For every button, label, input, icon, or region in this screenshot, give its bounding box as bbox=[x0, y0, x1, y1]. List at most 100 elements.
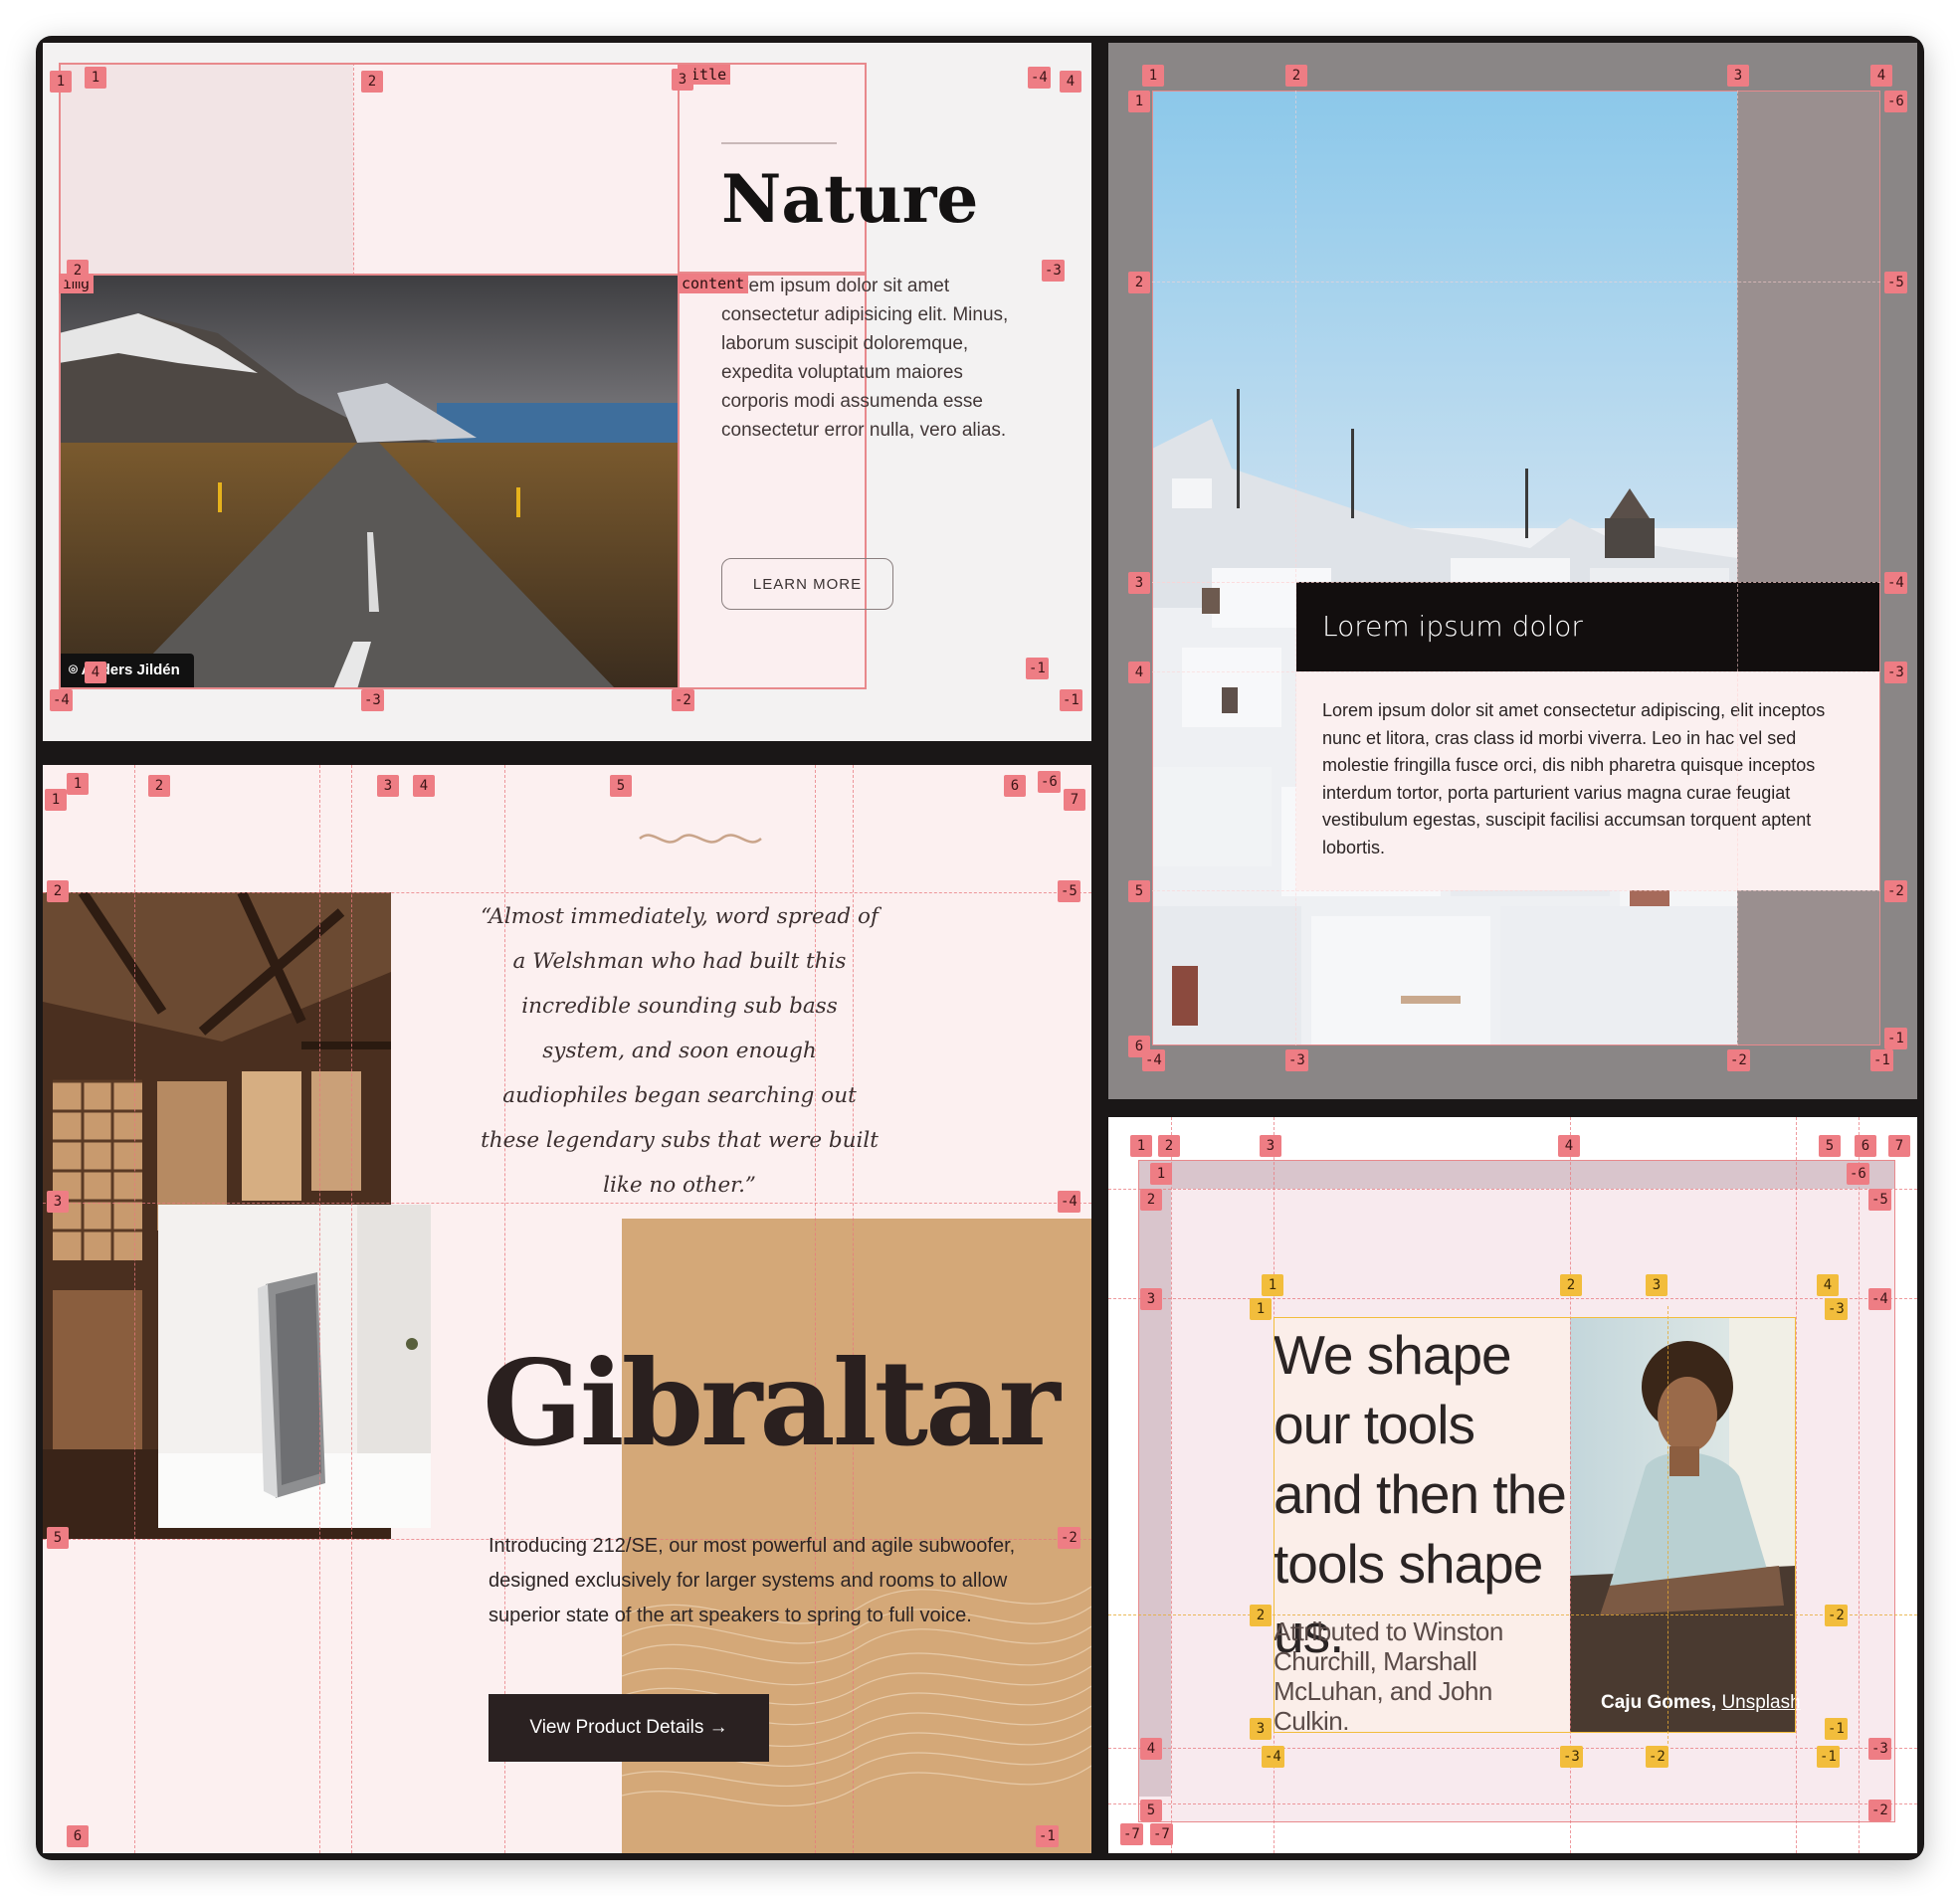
grid-number: 3 bbox=[47, 1191, 69, 1213]
wave-ornament-icon bbox=[638, 829, 763, 853]
grid-line bbox=[1171, 1117, 1172, 1853]
grid-number: 2 bbox=[361, 71, 383, 93]
grid-number: -3 bbox=[1868, 1738, 1891, 1760]
grid-number: 1 bbox=[50, 71, 72, 93]
grid-number: -4 bbox=[1028, 67, 1051, 89]
grid-number: 2 bbox=[1128, 272, 1150, 293]
grid-line bbox=[1295, 91, 1296, 1045]
subgrid-number: 2 bbox=[1250, 1605, 1272, 1626]
grid-number: 6 bbox=[1855, 1135, 1876, 1157]
subgrid-number: -3 bbox=[1825, 1298, 1848, 1320]
subgrid-number: 1 bbox=[1262, 1274, 1283, 1296]
grid-number: -1 bbox=[1026, 658, 1049, 679]
nature-title: Nature bbox=[721, 160, 979, 238]
subgrid-number: -2 bbox=[1646, 1746, 1668, 1768]
grid-number: 1 bbox=[1142, 65, 1164, 87]
subgrid-number: -1 bbox=[1817, 1746, 1840, 1768]
grid-number: 3 bbox=[1128, 572, 1150, 594]
subgrid-number: -4 bbox=[1262, 1746, 1284, 1768]
santorini-panel: Lorem ipsum dolor Lorem ipsum dolor sit … bbox=[1108, 43, 1917, 1099]
grid-number: -6 bbox=[1884, 91, 1907, 112]
grid-line bbox=[1108, 1803, 1917, 1804]
grid-number: -6 bbox=[1847, 1163, 1869, 1185]
grid-number: -3 bbox=[1884, 662, 1907, 683]
grid-number: -4 bbox=[1884, 572, 1907, 594]
grid-number: 1 bbox=[1150, 1163, 1172, 1185]
subgrid-number: -3 bbox=[1560, 1746, 1583, 1768]
subgrid-number: -1 bbox=[1825, 1718, 1848, 1740]
grid-number: -1 bbox=[1036, 1825, 1059, 1847]
subgrid-number: 3 bbox=[1646, 1274, 1667, 1296]
grid-line bbox=[1152, 282, 1880, 283]
grid-number: 7 bbox=[1064, 789, 1085, 811]
grid-line bbox=[351, 765, 352, 1853]
grid-number: 1 bbox=[45, 789, 67, 811]
grid-number: 2 bbox=[1140, 1189, 1162, 1211]
grid-line bbox=[1152, 582, 1880, 583]
grid-number: -4 bbox=[1142, 1049, 1165, 1071]
grid-number: -1 bbox=[1884, 1028, 1907, 1049]
grid-number: 6 bbox=[1004, 775, 1026, 797]
grid-number: 3 bbox=[1260, 1135, 1281, 1157]
grid-number: -4 bbox=[1868, 1288, 1891, 1310]
subgrid-number: 4 bbox=[1817, 1274, 1839, 1296]
grid-number: 6 bbox=[67, 1825, 89, 1847]
subgrid-number: -2 bbox=[1825, 1605, 1848, 1626]
grid-number: 3 bbox=[1727, 65, 1749, 87]
grid-number: -2 bbox=[1058, 1527, 1080, 1549]
testimonial-quote: “Almost immediately, word spread of a We… bbox=[481, 904, 879, 1198]
grid-number: 4 bbox=[1558, 1135, 1580, 1157]
product-description: Introducing 212/SE, our most powerful an… bbox=[489, 1535, 1016, 1626]
grid-number: 5 bbox=[610, 775, 632, 797]
grid-number: 1 bbox=[1128, 91, 1150, 112]
grid-number: 1 bbox=[1130, 1135, 1152, 1157]
grid-number: -1 bbox=[1870, 1049, 1893, 1071]
subgrid-number: 2 bbox=[1560, 1274, 1582, 1296]
learn-more-button[interactable]: LEARN MORE bbox=[721, 558, 893, 610]
grid-number: -3 bbox=[1285, 1049, 1308, 1071]
grid-number: 2 bbox=[47, 880, 69, 902]
grid-number: 4 bbox=[413, 775, 435, 797]
grid-number: -5 bbox=[1884, 272, 1907, 293]
title-rule bbox=[721, 142, 837, 144]
grid-number: 3 bbox=[1140, 1288, 1162, 1310]
nature-body: Lorem ipsum dolor sit amet consectetur a… bbox=[721, 276, 1009, 441]
nature-panel: ⌾ Anders Jildén Nature Lorem ipsum dolor… bbox=[43, 43, 1091, 741]
grid-line bbox=[1108, 1748, 1917, 1749]
grid-number: 4 bbox=[1128, 662, 1150, 683]
grid-line bbox=[678, 63, 680, 689]
grid-number: -3 bbox=[361, 689, 384, 711]
grid-number: 5 bbox=[1819, 1135, 1841, 1157]
quote-panel: We shape our tools and then the tools sh… bbox=[1108, 1117, 1917, 1853]
grid-number: -6 bbox=[1038, 771, 1061, 793]
grid-line bbox=[43, 892, 1091, 893]
subgrid-outline bbox=[1274, 1317, 1796, 1733]
grid-number: -7 bbox=[1150, 1823, 1173, 1845]
grid-number: -2 bbox=[1868, 1800, 1891, 1821]
grid-number: 4 bbox=[1060, 71, 1081, 93]
grid-line bbox=[319, 765, 320, 1853]
view-product-button[interactable]: View Product Details → bbox=[489, 1694, 769, 1762]
grid-line bbox=[1859, 1117, 1860, 1853]
grid-line bbox=[1737, 91, 1738, 1045]
area-tag-content: content bbox=[678, 274, 749, 293]
grid-line bbox=[1108, 1189, 1917, 1190]
grid-number: 3 bbox=[672, 69, 693, 91]
speaker-photo bbox=[158, 1205, 431, 1528]
grid-line bbox=[1152, 890, 1880, 891]
grid-line bbox=[1152, 671, 1880, 672]
grid-number: 2 bbox=[148, 775, 170, 797]
devtools-grid-showcase: ⌾ Anders Jildén Nature Lorem ipsum dolor… bbox=[36, 36, 1924, 1860]
grid-line bbox=[1796, 1117, 1797, 1853]
grid-number: 2 bbox=[1285, 65, 1307, 87]
grid-number: -4 bbox=[1058, 1191, 1080, 1213]
santorini-grid-outline bbox=[1152, 91, 1880, 1045]
grid-number: 5 bbox=[1140, 1800, 1162, 1821]
grid-number: -7 bbox=[1120, 1823, 1143, 1845]
grid-number: 5 bbox=[47, 1527, 69, 1549]
grid-number: 2 bbox=[67, 260, 89, 282]
subgrid-number: 1 bbox=[1250, 1298, 1272, 1320]
grid-number: 1 bbox=[67, 773, 89, 795]
grid-number: -4 bbox=[50, 689, 73, 711]
subgrid-number: 3 bbox=[1250, 1718, 1272, 1740]
